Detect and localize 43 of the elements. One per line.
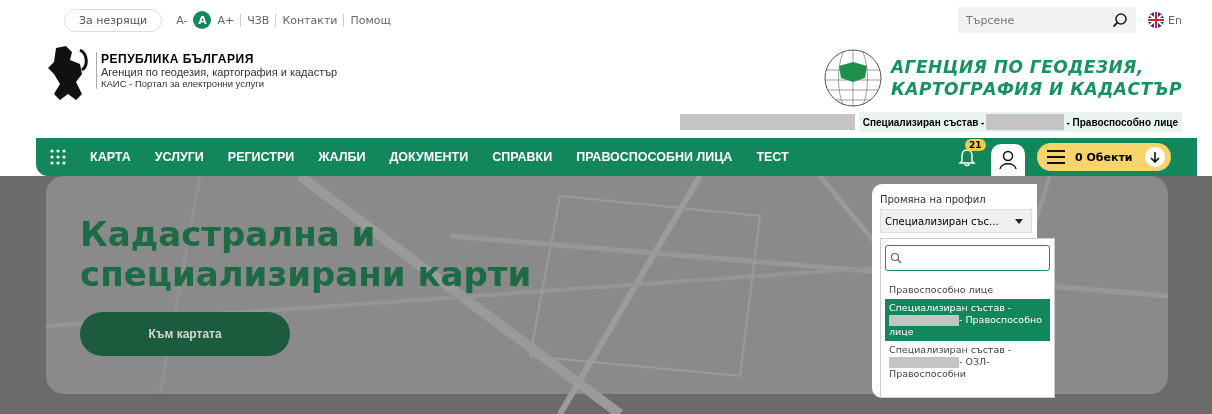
globe-logo-icon [822,48,883,108]
nav-link[interactable]: ТЕСТ [756,150,789,164]
hero-title: специализирани карти [80,254,532,294]
nav-link[interactable]: ЖАЛБИ [318,150,366,164]
notification-count: 21 [965,139,986,151]
portal-name: КАИС - Портал за електронни услуги [101,78,266,89]
nav-link[interactable]: РЕГИСТРИ [227,150,295,164]
flag-icon[interactable] [1148,12,1165,28]
search-icon[interactable] [1112,12,1129,28]
cart-button[interactable]: 0 Обекти [1037,143,1171,171]
top-link[interactable]: ЧЗВ [240,13,276,27]
agency-name: КАРТОГРАФИЯ И КАДАСТЪР [890,78,1182,100]
brand-title: РЕПУБЛИКА БЪЛГАРИЯ [101,52,255,66]
nav-link[interactable]: СПРАВКИ [492,150,553,164]
profile-suffix: - Правоспособно лице [1066,116,1178,128]
nav-link[interactable]: УСЛУГИ [154,150,204,164]
apps-grid-icon[interactable] [50,149,66,165]
top-link[interactable]: Контакти [275,13,344,27]
search-field[interactable]: Търсене [958,7,1137,33]
brand-subtitle: Агенция по геодезия, картография и кадастър [101,66,338,78]
top-link[interactable]: Помощ [343,13,397,27]
map-button[interactable]: Към картата [80,312,290,356]
hero-title: Кадастрална и [80,214,376,254]
font-size-toggle[interactable]: A- [176,13,188,27]
profile-select[interactable]: Специализиран със... [880,209,1032,233]
agency-name: АГЕНЦИЯ ПО ГЕОДЕЗИЯ, [890,56,1145,78]
font-size-toggle[interactable]: A+ [217,13,235,27]
profile-label: Промяна на профил [880,194,987,205]
nav-link[interactable]: КАРТА [90,150,131,164]
profile-option[interactable]: Специализиран състав - - Правоспособно лице [885,299,1050,341]
font-size-toggle[interactable]: A [193,11,212,29]
accessibility-button[interactable]: За незрящи [64,8,163,32]
menu-icon [1047,150,1065,164]
language-link[interactable]: En [1168,13,1182,27]
user-button[interactable] [991,144,1025,176]
bell-icon[interactable] [957,147,977,167]
dropdown-search-field[interactable] [885,245,1050,271]
nav-link[interactable]: ДОКУМЕНТИ [389,150,469,164]
search-icon [890,252,902,264]
caret-icon [1015,218,1023,224]
profile-prefix: Специализиран състав - [862,116,985,128]
user-icon [999,150,1017,170]
nav-link[interactable]: ПРАВОСПОСОБНИ ЛИЦА [576,150,733,164]
